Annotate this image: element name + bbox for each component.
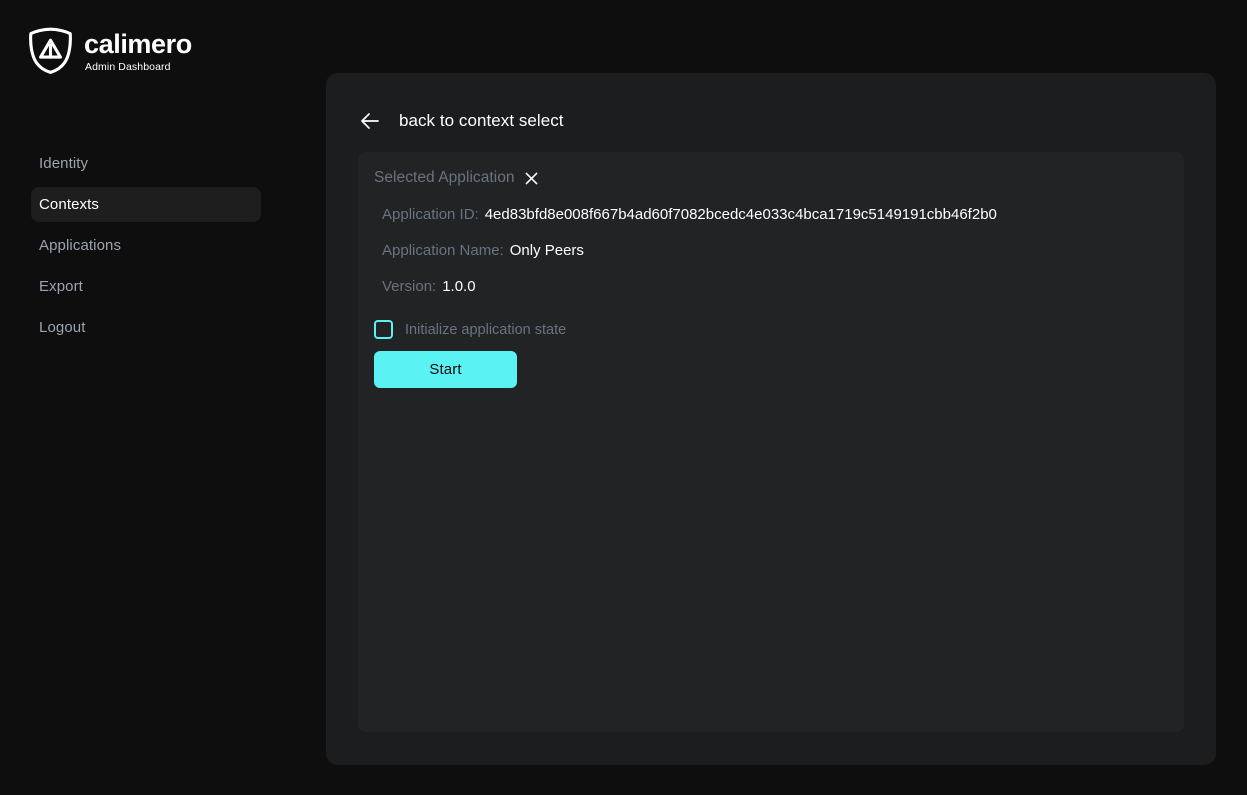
initialize-application-state-row[interactable]: Initialize application state bbox=[374, 320, 566, 339]
sidebar-item-applications[interactable]: Applications bbox=[31, 228, 261, 263]
sidebar: calimero Admin Dashboard Identity Contex… bbox=[0, 0, 326, 795]
app-root: calimero Admin Dashboard Identity Contex… bbox=[0, 0, 1247, 795]
detail-row-application-id: Application ID: 4ed83bfd8e008f667b4ad60f… bbox=[382, 196, 997, 232]
card-titlebar: Selected Application bbox=[374, 169, 540, 187]
brand-logo[interactable]: calimero Admin Dashboard bbox=[28, 27, 192, 74]
sidebar-item-label: Logout bbox=[39, 319, 86, 336]
close-icon[interactable] bbox=[523, 170, 540, 187]
selected-application-card: Selected Application Application ID: 4ed… bbox=[358, 152, 1184, 732]
detail-row-application-name: Application Name: Only Peers bbox=[382, 232, 997, 268]
brand-text: calimero Admin Dashboard bbox=[84, 28, 192, 73]
brand-name: calimero bbox=[84, 29, 192, 60]
initialize-application-state-checkbox[interactable] bbox=[374, 320, 393, 339]
sidebar-item-export[interactable]: Export bbox=[31, 269, 261, 304]
initialize-application-state-label: Initialize application state bbox=[405, 321, 567, 338]
application-details: Application ID: 4ed83bfd8e008f667b4ad60f… bbox=[382, 196, 997, 304]
detail-label: Application Name: bbox=[382, 241, 504, 259]
start-button[interactable]: Start bbox=[374, 351, 517, 388]
page-title: back to context select bbox=[399, 111, 564, 130]
detail-label: Application ID: bbox=[382, 205, 479, 223]
version-value: 1.0.0 bbox=[442, 277, 476, 295]
detail-row-version: Version: 1.0.0 bbox=[382, 268, 997, 304]
shield-logo-icon bbox=[29, 27, 72, 74]
sidebar-item-contexts[interactable]: Contexts bbox=[31, 187, 261, 222]
sidebar-item-logout[interactable]: Logout bbox=[31, 310, 261, 345]
arrow-left-icon bbox=[361, 113, 379, 129]
sidebar-item-label: Contexts bbox=[39, 196, 99, 213]
sidebar-item-identity[interactable]: Identity bbox=[31, 146, 261, 181]
application-name-value: Only Peers bbox=[509, 241, 584, 259]
sidebar-item-label: Applications bbox=[39, 237, 122, 254]
application-id-value: 4ed83bfd8e008f667b4ad60f7082bcedc4e033c4… bbox=[484, 205, 997, 223]
main-panel: back to context select Selected Applicat… bbox=[326, 73, 1216, 765]
card-title: Selected Application bbox=[374, 169, 515, 186]
sidebar-item-label: Identity bbox=[39, 155, 89, 172]
back-to-context-select-button[interactable]: back to context select bbox=[358, 109, 564, 133]
sidebar-item-label: Export bbox=[39, 278, 83, 295]
detail-label: Version: bbox=[382, 277, 437, 295]
brand-subtitle: Admin Dashboard bbox=[85, 60, 171, 73]
sidebar-nav: Identity Contexts Applications Export Lo… bbox=[31, 146, 261, 345]
